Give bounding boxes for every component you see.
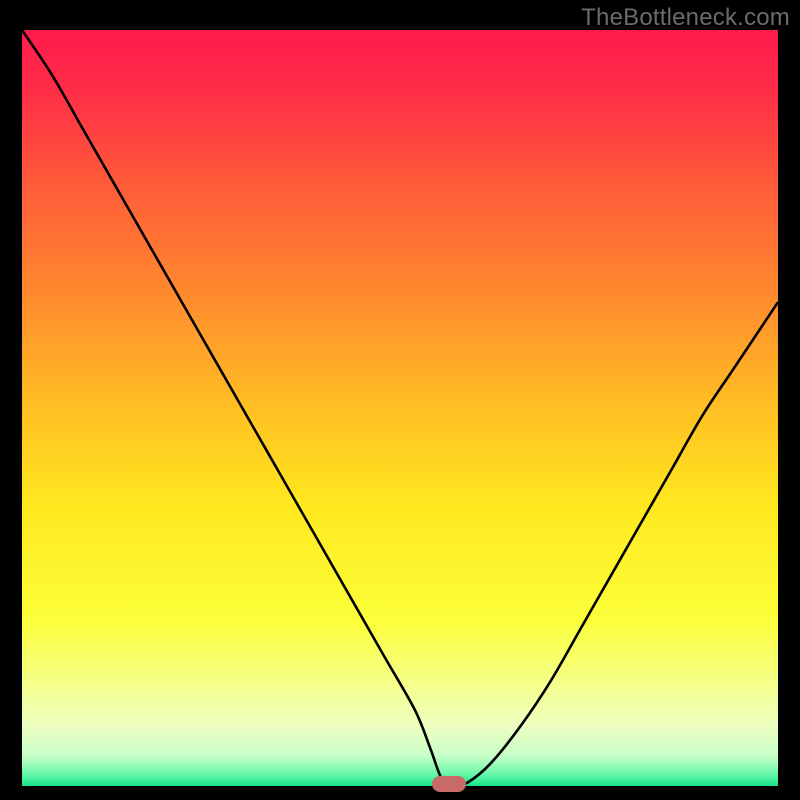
bottleneck-plot: [22, 30, 778, 786]
optimal-marker: [432, 776, 466, 792]
watermark-text: TheBottleneck.com: [581, 4, 790, 32]
plot-background: [22, 30, 778, 786]
chart-frame: TheBottleneck.com: [0, 0, 800, 800]
